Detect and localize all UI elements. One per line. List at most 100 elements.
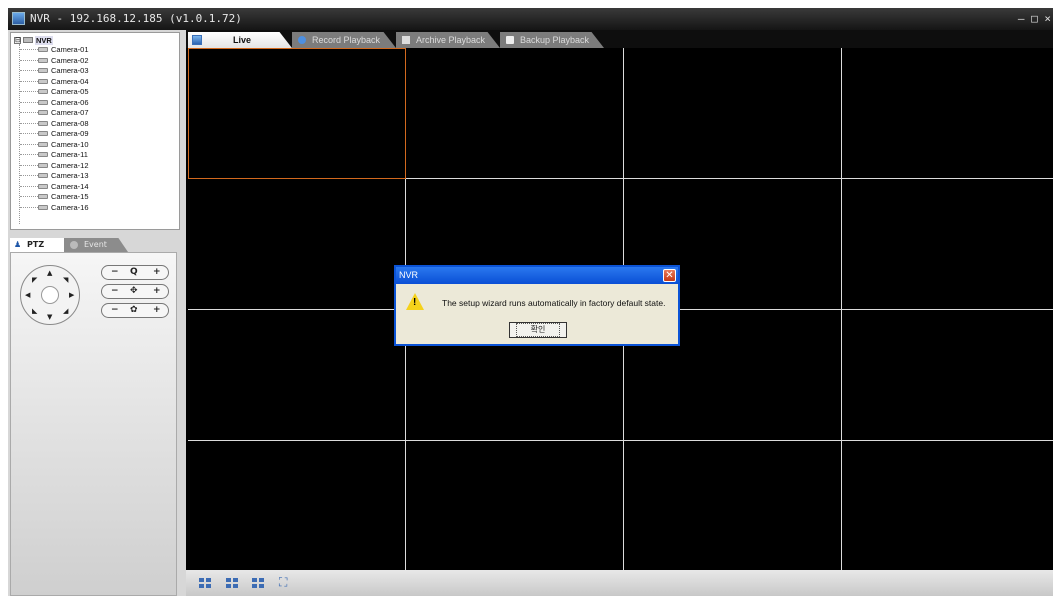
selected-video-cell[interactable]	[188, 48, 406, 179]
tab-record-playback[interactable]: Record Playback	[292, 32, 396, 48]
tab-ptz[interactable]: ♟ PTZ	[10, 238, 64, 252]
tab-archive-playback[interactable]: Archive Playback	[396, 32, 500, 48]
tab-live[interactable]: Live	[188, 32, 292, 48]
camera-item[interactable]: Camera-14	[20, 182, 89, 191]
iris-close-button[interactable]: −	[111, 304, 119, 317]
layout-9-icon[interactable]	[252, 578, 265, 588]
wizard-dialog: NVR ✕ ! The setup wizard runs automatica…	[394, 265, 680, 346]
camera-label: Camera-15	[51, 192, 89, 201]
camera-icon	[38, 89, 48, 94]
ok-button[interactable]: 확인	[509, 322, 567, 338]
tree-connector	[20, 196, 38, 197]
camera-item[interactable]: Camera-16	[20, 203, 89, 212]
video-cell[interactable]	[406, 441, 624, 572]
video-cell[interactable]	[842, 48, 1053, 179]
camera-tree: ⊟ NVR Camera-01 Camera-02 Camera-03 Camera-…	[10, 32, 180, 230]
pan-right-arrow-icon[interactable]: ▶	[69, 292, 74, 299]
pan-up-arrow-icon[interactable]: ▲	[47, 270, 52, 277]
pan-down-right-arrow-icon[interactable]: ◢	[63, 308, 68, 315]
camera-label: Camera-11	[51, 150, 88, 159]
camera-label: Camera-06	[51, 97, 89, 107]
camera-item[interactable]: Camera-09	[20, 129, 89, 138]
layout-4-icon[interactable]	[226, 578, 239, 588]
video-cell[interactable]	[842, 441, 1053, 572]
dialog-title: NVR	[399, 270, 419, 280]
tree-connector	[20, 133, 38, 134]
video-cell[interactable]	[406, 48, 624, 179]
camera-label: Camera-14	[51, 181, 89, 191]
window-title: NVR - 192.168.12.185 (v1.0.1.72)	[30, 12, 242, 25]
camera-item[interactable]: Camera-01	[20, 45, 89, 54]
record-icon	[298, 36, 306, 44]
ptz-tab-bar: ♟ PTZ Event	[10, 238, 186, 252]
pan-left-arrow-icon[interactable]: ◀	[25, 292, 30, 299]
camera-item[interactable]: Camera-07	[20, 108, 89, 117]
focus-far-button[interactable]: +	[153, 285, 161, 298]
iris-control: − ✿ +	[101, 303, 169, 318]
collapse-icon[interactable]: ⊟	[14, 36, 21, 44]
camera-icon	[38, 131, 48, 136]
ptz-center-button[interactable]	[41, 286, 59, 304]
dialog-message: The setup wizard runs automatically in f…	[442, 298, 666, 308]
video-cell[interactable]	[188, 179, 406, 310]
focus-near-button[interactable]: −	[111, 285, 119, 298]
tab-archive-playback-label: Archive Playback	[416, 35, 486, 45]
warning-mark: !	[413, 297, 417, 308]
tree-connector	[20, 70, 38, 71]
camera-icon	[38, 57, 48, 63]
camera-item[interactable]: Camera-10	[20, 140, 89, 149]
zoom-in-button[interactable]: +	[153, 266, 161, 279]
ok-button-label: 확인	[515, 323, 561, 337]
tree-connector	[20, 185, 38, 187]
iris-icon: ✿	[130, 305, 138, 315]
focus-icon: ✥	[130, 286, 138, 296]
ptz-panel: ▲ ▼ ◀ ▶ ◤ ◥ ◣ ◢ − Q + − ✥ + − ✿ +	[10, 252, 177, 596]
nvr-icon	[23, 37, 33, 43]
tab-backup-playback-label: Backup Playback	[520, 35, 590, 45]
tab-record-playback-label: Record Playback	[312, 35, 381, 45]
video-cell[interactable]	[624, 48, 842, 179]
tree-root-label: NVR	[35, 35, 53, 45]
camera-item[interactable]: Camera-04	[20, 77, 89, 86]
tree-connector	[20, 206, 38, 208]
camera-icon	[38, 110, 48, 115]
app-icon	[12, 12, 25, 25]
pan-up-left-arrow-icon[interactable]: ◤	[32, 277, 37, 284]
camera-icon	[38, 120, 48, 126]
camera-icon	[38, 194, 48, 199]
video-cell[interactable]	[842, 179, 1053, 310]
camera-item[interactable]: Camera-02	[20, 56, 89, 65]
camera-item[interactable]: Camera-06	[20, 98, 89, 107]
pan-down-left-arrow-icon[interactable]: ◣	[32, 308, 37, 315]
camera-item[interactable]: Camera-13	[20, 171, 89, 180]
video-cell[interactable]	[624, 441, 842, 572]
video-cell[interactable]	[188, 310, 406, 441]
video-cell[interactable]	[842, 310, 1053, 441]
tree-connector	[20, 101, 38, 103]
archive-icon	[402, 36, 410, 44]
camera-item[interactable]: Camera-03	[20, 66, 89, 75]
layout-1-icon[interactable]	[199, 578, 212, 588]
camera-item[interactable]: Camera-15	[20, 192, 89, 201]
camera-item[interactable]: Camera-05	[20, 87, 89, 96]
camera-label: Camera-10	[51, 139, 89, 149]
video-cell[interactable]	[188, 441, 406, 572]
camera-label: Camera-12	[51, 160, 89, 170]
tab-backup-playback[interactable]: Backup Playback	[500, 32, 604, 48]
camera-item[interactable]: Camera-08	[20, 119, 89, 128]
camera-item[interactable]: Camera-11	[20, 150, 88, 159]
tree-connector	[20, 154, 38, 155]
camera-label: Camera-07	[51, 108, 89, 117]
tab-event[interactable]: Event	[64, 238, 128, 252]
camera-item[interactable]: Camera-12	[20, 161, 89, 170]
tree-connector	[20, 80, 38, 82]
pan-down-arrow-icon[interactable]: ▼	[47, 314, 52, 321]
pan-up-right-arrow-icon[interactable]: ◥	[63, 277, 68, 284]
close-icon[interactable]: ✕	[663, 269, 676, 282]
camera-icon	[38, 204, 48, 210]
iris-open-button[interactable]: +	[153, 304, 161, 317]
zoom-icon: Q	[130, 267, 138, 277]
zoom-out-button[interactable]: −	[111, 266, 119, 279]
fullscreen-icon[interactable]: ⛶	[279, 575, 292, 589]
window-controls[interactable]: – □ ×	[1018, 8, 1051, 30]
